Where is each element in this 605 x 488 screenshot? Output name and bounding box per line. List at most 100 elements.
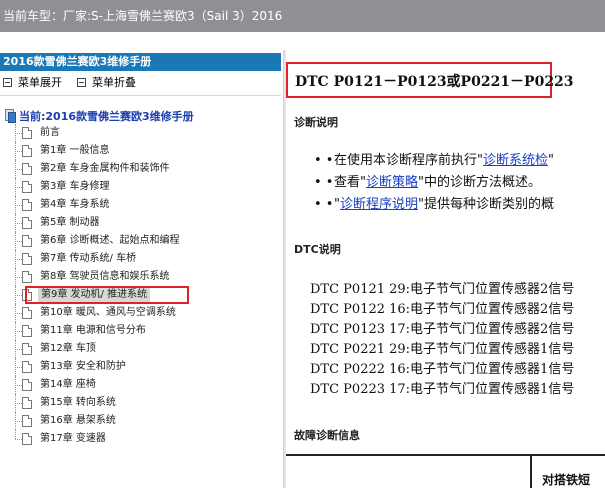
tree-item-label: 第2章 车身金属构件和装饰件 bbox=[40, 163, 170, 174]
tree-root[interactable]: 当前:2016款雪佛兰赛欧3维修手册 bbox=[4, 108, 194, 124]
tree-item[interactable]: 第4章 车身系统 bbox=[0, 196, 283, 214]
tree-item-label: 第16章 悬架系统 bbox=[40, 415, 116, 426]
tree-connector bbox=[12, 376, 22, 394]
document-icon bbox=[22, 325, 32, 337]
vehicle-info-bar: 当前车型：厂家:S-上海雪佛兰赛欧3（Sail 3）2016 bbox=[0, 0, 605, 32]
selection-highlight-box bbox=[25, 286, 189, 304]
tree-root-label: 当前:2016款雪佛兰赛欧3维修手册 bbox=[19, 110, 194, 123]
tree-connector bbox=[12, 142, 22, 160]
tree-item[interactable]: 第11章 电源和信号分布 bbox=[0, 322, 283, 340]
bullet-pre-text: 查看 bbox=[334, 175, 361, 190]
tree-connector bbox=[12, 124, 22, 142]
collapse-menu-button[interactable]: 菜单折叠 bbox=[77, 74, 136, 92]
document-icon bbox=[22, 145, 32, 157]
tree-item[interactable]: 第6章 诊断概述、起始点和编程 bbox=[0, 232, 283, 250]
expand-menu-button[interactable]: 菜单展开 bbox=[3, 74, 62, 92]
document-icon bbox=[22, 127, 32, 139]
tree-item-label: 第7章 传动系统/ 车桥 bbox=[40, 253, 137, 264]
tree-connector bbox=[12, 412, 22, 430]
bullet-text: 在使用本诊断程序前执行"诊断系统检" bbox=[334, 150, 554, 172]
tree-connector bbox=[12, 214, 22, 232]
dtc-row: DTC P0221 29:电子节气门位置传感器1信号 bbox=[310, 342, 575, 357]
table-border-left bbox=[530, 454, 532, 488]
tree-item-label: 第13章 安全和防护 bbox=[40, 361, 126, 372]
bullet-icon: • • bbox=[314, 197, 334, 212]
tree-item-label: 第8章 驾驶员信息和娱乐系统 bbox=[40, 271, 170, 282]
tree-item-label: 第11章 电源和信号分布 bbox=[40, 325, 146, 336]
tree-connector bbox=[12, 268, 22, 286]
tree-toolbar: 菜单展开 菜单折叠 bbox=[0, 74, 281, 92]
vehicle-value: 厂家:S-上海雪佛兰赛欧3（Sail 3）2016 bbox=[63, 9, 283, 23]
tree-item-label: 第14章 座椅 bbox=[40, 379, 96, 390]
tree-item-label: 第6章 诊断概述、起始点和编程 bbox=[40, 235, 180, 246]
document-icon bbox=[22, 271, 32, 283]
tree-item[interactable]: 第2章 车身金属构件和装饰件 bbox=[0, 160, 283, 178]
dtc-title: DTC P0121－P0123或P0221－P0223 bbox=[295, 74, 574, 90]
divider bbox=[0, 95, 281, 96]
document-icon bbox=[22, 415, 32, 427]
tree-connector bbox=[12, 160, 22, 178]
document-icon bbox=[22, 199, 32, 211]
bullet-link[interactable]: 诊断程序说明 bbox=[340, 197, 418, 212]
bullet-link[interactable]: 诊断策略 bbox=[366, 175, 418, 190]
tree-connector bbox=[12, 430, 22, 448]
tree-item-label: 第3章 车身修理 bbox=[40, 181, 110, 192]
tree-item[interactable]: 第13章 安全和防护 bbox=[0, 358, 283, 376]
tree-item[interactable]: 第16章 悬架系统 bbox=[0, 412, 283, 430]
tree-item-label: 第4章 车身系统 bbox=[40, 199, 110, 210]
table-header-cell: 对搭铁短 bbox=[542, 473, 591, 487]
tree-item[interactable]: 第17章 变速器 bbox=[0, 430, 283, 448]
tree-connector bbox=[12, 196, 22, 214]
quote-close: " bbox=[548, 153, 554, 168]
bullet-pre-text: 在使用本诊断程序前执行 bbox=[334, 153, 478, 168]
bullet-post-text: 中的诊断方法概述。 bbox=[424, 175, 542, 190]
tree-item[interactable]: 第1章 一般信息 bbox=[0, 142, 283, 160]
dtc-row: DTC P0123 17:电子节气门位置传感器2信号 bbox=[310, 322, 575, 337]
tree-connector bbox=[12, 286, 22, 304]
document-icon bbox=[22, 361, 32, 373]
tree-item[interactable]: 第3章 车身修理 bbox=[0, 178, 283, 196]
manual-navigation-pane: 2016款雪佛兰赛欧3维修手册 菜单展开 菜单折叠 当前:2016款雪佛兰赛欧3… bbox=[0, 50, 283, 488]
bullet-link[interactable]: 诊断系统检 bbox=[483, 153, 548, 168]
tree-item[interactable]: 第8章 驾驶员信息和娱乐系统 bbox=[0, 268, 283, 286]
tree-item-label: 第5章 制动器 bbox=[40, 217, 100, 228]
bullet-text: 查看"诊断策略"中的诊断方法概述。 bbox=[334, 172, 541, 194]
table-border-top bbox=[286, 454, 605, 456]
tree-item[interactable]: 第7章 传动系统/ 车桥 bbox=[0, 250, 283, 268]
tree-connector bbox=[12, 322, 22, 340]
manual-title: 2016款雪佛兰赛欧3维修手册 bbox=[0, 53, 281, 71]
content-pane: DTC P0121－P0123或P0221－P0223 诊断说明 • • 在使用本… bbox=[286, 50, 605, 488]
tree-item[interactable]: 第14章 座椅 bbox=[0, 376, 283, 394]
tree-item[interactable]: 第5章 制动器 bbox=[0, 214, 283, 232]
collapse-icon bbox=[77, 78, 86, 87]
tree-item-label: 第10章 暖风、通风与空调系统 bbox=[40, 307, 176, 318]
tree-item-label: 第17章 变速器 bbox=[40, 433, 106, 444]
document-icon bbox=[22, 181, 32, 193]
tree-item-label: 前言 bbox=[40, 127, 60, 138]
document-icon bbox=[22, 433, 32, 445]
tree-connector bbox=[12, 250, 22, 268]
tree-item-label: 第12章 车顶 bbox=[40, 343, 96, 354]
tree-item[interactable]: 第12章 车顶 bbox=[0, 340, 283, 358]
tree-connector bbox=[12, 358, 22, 376]
tree-item[interactable]: 第10章 暖风、通风与空调系统 bbox=[0, 304, 283, 322]
document-icon bbox=[22, 397, 32, 409]
document-icon bbox=[22, 307, 32, 319]
fault-diagnosis-heading: 故障诊断信息 bbox=[294, 429, 360, 442]
document-icon bbox=[22, 379, 32, 391]
bullet-text: "诊断程序说明"提供每种诊断类别的概 bbox=[334, 194, 554, 216]
dtc-row: DTC P0223 17:电子节气门位置传感器1信号 bbox=[310, 382, 575, 397]
tree-connector bbox=[12, 304, 22, 322]
dtc-description-heading: DTC说明 bbox=[294, 243, 341, 256]
manual-book-icon bbox=[4, 109, 16, 123]
vehicle-label: 当前车型： bbox=[3, 9, 64, 23]
bullet-icon: • • bbox=[314, 153, 334, 168]
tree-item[interactable]: 第15章 转向系统 bbox=[0, 394, 283, 412]
tree-item[interactable]: 前言 bbox=[0, 124, 283, 142]
dtc-row: DTC P0121 29:电子节气门位置传感器2信号 bbox=[310, 282, 575, 297]
tree-item-label: 第15章 转向系统 bbox=[40, 397, 116, 408]
tree-connector bbox=[12, 340, 22, 358]
collapse-menu-label: 菜单折叠 bbox=[92, 76, 136, 89]
document-icon bbox=[22, 217, 32, 229]
document-icon bbox=[22, 253, 32, 265]
